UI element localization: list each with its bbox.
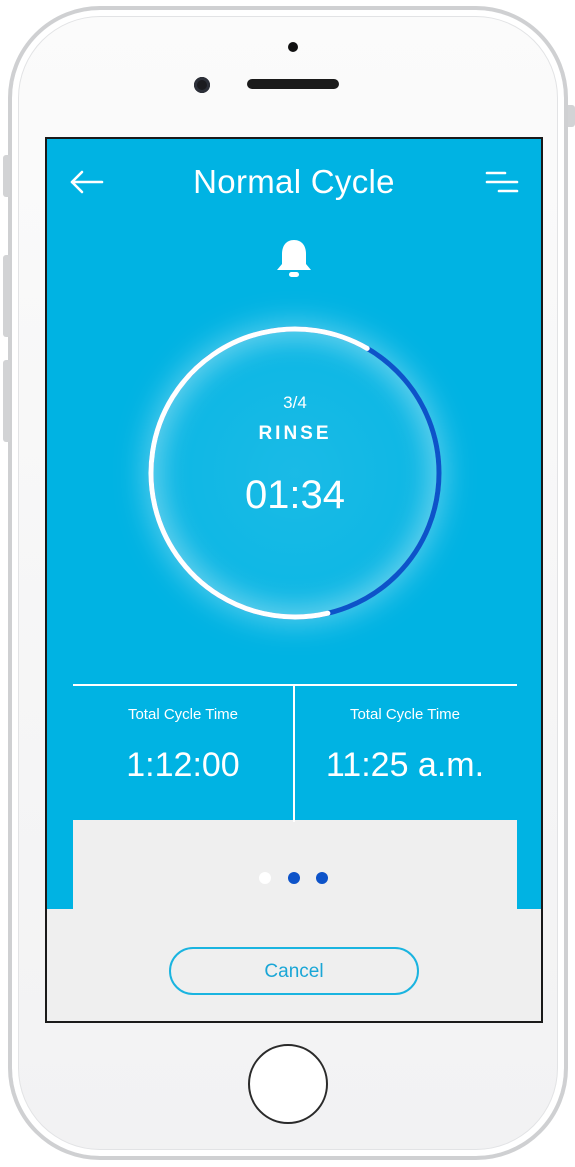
stat-value: 1:12:00 xyxy=(126,746,240,784)
earpiece-speaker xyxy=(247,79,339,89)
page-dot-3[interactable] xyxy=(316,872,328,884)
stat-label: Total Cycle Time xyxy=(127,706,239,723)
mute-switch xyxy=(3,155,10,197)
cycle-phase: RINSE xyxy=(258,423,332,444)
stat-total-cycle-time: Total Cycle Time 1:12:00 xyxy=(73,684,293,822)
page-indicator xyxy=(257,872,337,886)
stat-label: Total Cycle Time xyxy=(349,706,461,723)
proximity-sensor xyxy=(288,42,298,52)
footer-panel: Cancel xyxy=(47,909,541,1021)
stat-end-time: Total Cycle Time 11:25 a.m. xyxy=(295,684,515,822)
volume-down-button xyxy=(3,360,10,442)
cancel-button[interactable]: Cancel xyxy=(169,947,419,995)
volume-up-button xyxy=(3,255,10,337)
page-title: Normal Cycle xyxy=(193,163,395,200)
cycle-progress-ring: 3/4 RINSE 01:34 xyxy=(139,317,451,629)
top-bar: Normal Cycle xyxy=(47,139,541,229)
stat-value: 11:25 a.m. xyxy=(325,746,485,784)
cycle-step: 3/4 xyxy=(283,393,307,412)
front-camera xyxy=(194,77,210,93)
cycle-stats: Total Cycle Time 1:12:00 Total Cycle Tim… xyxy=(73,684,517,936)
time-remaining: 01:34 xyxy=(244,473,346,517)
page-dot-1[interactable] xyxy=(259,872,271,884)
menu-lines-icon[interactable] xyxy=(485,169,519,195)
home-button[interactable] xyxy=(248,1044,328,1124)
app-screen: Normal Cycle 3/4 RINSE 01:34 Total Cycle… xyxy=(45,137,543,1023)
page-dot-2[interactable] xyxy=(288,872,300,884)
power-button xyxy=(568,105,575,127)
bell-icon[interactable] xyxy=(273,237,315,281)
